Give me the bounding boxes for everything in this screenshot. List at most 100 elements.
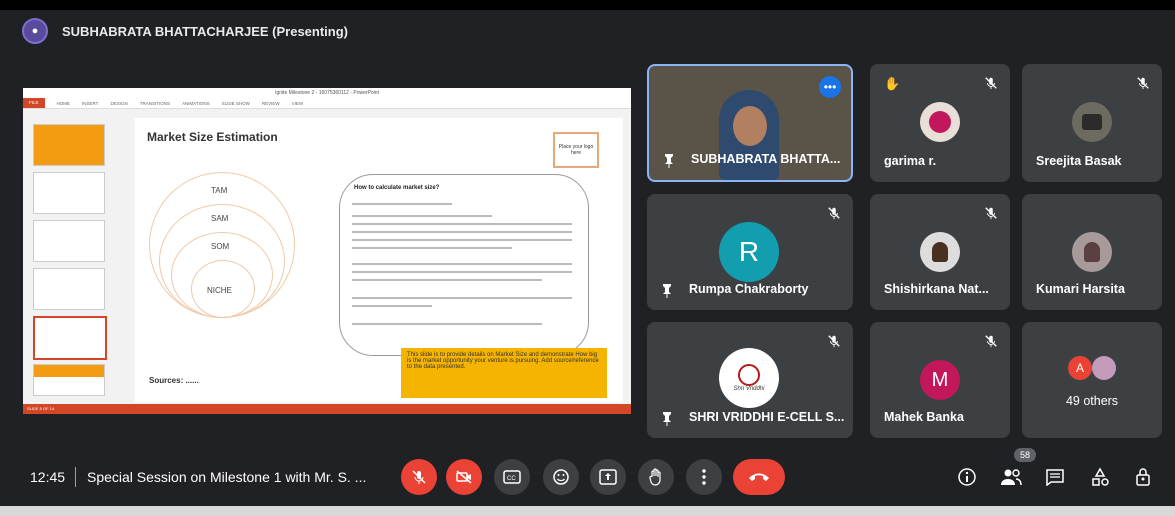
- chat-icon: [1046, 469, 1064, 486]
- text-line: [352, 231, 572, 233]
- participant-name: Rumpa Chakraborty: [689, 282, 809, 296]
- bottom-strip: [0, 506, 1175, 516]
- participant-name: garima r.: [884, 154, 937, 168]
- ppt-tab: DESIGN: [110, 100, 128, 106]
- hand-icon: [649, 468, 661, 486]
- participant-name: SUBHABRATA BHATTA...: [691, 152, 841, 166]
- ppt-tab: REVIEW: [261, 100, 280, 106]
- eagle-logo-icon: [738, 364, 760, 386]
- presenter-bar: ● SUBHABRATA BHATTACHARJEE (Presenting): [22, 14, 348, 48]
- text-line: [352, 203, 452, 205]
- mic-off-icon: [1137, 77, 1149, 90]
- text-line: [352, 263, 572, 265]
- participant-name: SHRI VRIDDHI E-CELL S...: [689, 410, 845, 424]
- divider: [75, 467, 76, 487]
- participant-tile[interactable]: R Rumpa Chakraborty: [647, 194, 853, 310]
- ppt-tab: SLIDE SHOW: [221, 100, 250, 106]
- others-avatar: A: [1068, 356, 1092, 380]
- ppt-tab: VIEW: [291, 100, 304, 106]
- ppt-tab: ANIMATIONS: [181, 100, 210, 106]
- raise-hand-button[interactable]: [638, 459, 674, 495]
- bottom-controls: 12:45 Special Session on Milestone 1 wit…: [0, 450, 1175, 506]
- shared-screen: Ignite Milestone 2 - 16075360112 - Power…: [23, 88, 631, 414]
- pin-icon[interactable]: [659, 410, 675, 426]
- slide-thumbnail-selected: [33, 316, 107, 360]
- calc-title: How to calculate market size?: [354, 185, 440, 191]
- camera-toggle-button[interactable]: [446, 459, 482, 495]
- participant-tile[interactable]: Shri Vriddhi SHRI VRIDDHI E-CELL S...: [647, 322, 853, 438]
- activities-icon: [1092, 467, 1109, 486]
- slide-canvas: Market Size Estimation Place your logo h…: [135, 118, 623, 402]
- label-tam: TAM: [211, 186, 228, 195]
- others-tile[interactable]: A 49 others: [1022, 322, 1162, 438]
- svg-text:CC: CC: [507, 476, 516, 482]
- participant-avatar: [920, 232, 960, 272]
- top-black-strip: [0, 0, 1175, 10]
- lock-person-icon: [1136, 468, 1150, 486]
- slide-thumbnail: [33, 268, 105, 310]
- camera-off-icon: [456, 470, 472, 484]
- captions-button[interactable]: CC: [494, 459, 530, 495]
- host-controls-button[interactable]: [1130, 464, 1156, 490]
- present-button[interactable]: [590, 459, 626, 495]
- mic-off-icon: [985, 207, 997, 220]
- participant-name: Shishirkana Nat...: [884, 282, 989, 296]
- participant-name: Mahek Banka: [884, 410, 964, 424]
- slide-thumbnail: [33, 364, 105, 396]
- text-line: [352, 297, 572, 299]
- emoji-icon: [553, 469, 569, 485]
- raise-hand-icon: ✋: [884, 76, 901, 91]
- logo-placeholder: Place your logo here: [553, 132, 599, 168]
- pin-icon[interactable]: [659, 282, 675, 298]
- participant-avatar: Shri Vriddhi: [719, 348, 779, 408]
- info-icon: [958, 468, 976, 486]
- video-face: [733, 106, 767, 146]
- ppt-window-title: Ignite Milestone 2 - 16075360112 - Power…: [23, 88, 631, 98]
- text-line: [352, 215, 492, 217]
- ppt-tab: INSERT: [82, 100, 99, 106]
- meeting-title: Special Session on Milestone 1 with Mr. …: [87, 469, 367, 485]
- participant-tile[interactable]: ✋ garima r.: [870, 64, 1010, 182]
- participant-tile[interactable]: Shishirkana Nat...: [870, 194, 1010, 310]
- participant-avatar: R: [719, 222, 779, 282]
- slide-thumbnail: [33, 220, 105, 262]
- presenter-avatar: ●: [22, 18, 48, 44]
- slide-title: Market Size Estimation: [147, 130, 278, 144]
- more-options-button[interactable]: [686, 459, 722, 495]
- mic-off-icon: [828, 207, 840, 220]
- label-som: SOM: [211, 242, 230, 251]
- meeting-details-button[interactable]: [954, 464, 980, 490]
- mic-off-icon: [985, 335, 997, 348]
- activities-button[interactable]: [1087, 464, 1113, 490]
- pin-icon[interactable]: [661, 152, 677, 168]
- mic-toggle-button[interactable]: [401, 459, 437, 495]
- chat-button[interactable]: [1042, 464, 1068, 490]
- participant-tile[interactable]: Sreejita Basak: [1022, 64, 1162, 182]
- slide-thumbnail: [33, 124, 105, 166]
- photo-image: [1082, 114, 1102, 130]
- text-line: [352, 239, 572, 241]
- more-vert-icon: [702, 469, 706, 485]
- slide-thumbnails: [25, 112, 107, 404]
- people-button[interactable]: [998, 464, 1024, 490]
- more-options-icon[interactable]: •••: [819, 76, 841, 98]
- participant-tile[interactable]: M Mahek Banka: [870, 322, 1010, 438]
- ppt-statusbar: SLIDE 5 OF 14: [23, 404, 631, 414]
- ppt-ribbon: FILE HOME INSERT DESIGN TRANSITIONS ANIM…: [23, 98, 631, 109]
- presenter-title: SUBHABRATA BHATTACHARJEE (Presenting): [62, 23, 348, 39]
- mic-off-icon: [828, 335, 840, 348]
- present-screen-icon: [599, 469, 617, 485]
- text-line: [352, 279, 542, 281]
- text-line: [352, 223, 572, 225]
- captions-icon: CC: [503, 470, 521, 484]
- text-line: [352, 271, 572, 273]
- leave-call-button[interactable]: [733, 459, 785, 495]
- others-count: 49 others: [1065, 394, 1119, 408]
- label-sam: SAM: [211, 214, 229, 223]
- participant-tile[interactable]: Kumari Harsita: [1022, 194, 1162, 310]
- reactions-button[interactable]: [543, 459, 579, 495]
- people-icon: [1001, 469, 1022, 486]
- logo-text: Shri Vriddhi: [733, 386, 765, 392]
- mic-off-icon: [412, 470, 426, 484]
- participant-tile[interactable]: ••• SUBHABRATA BHATTA...: [647, 64, 853, 182]
